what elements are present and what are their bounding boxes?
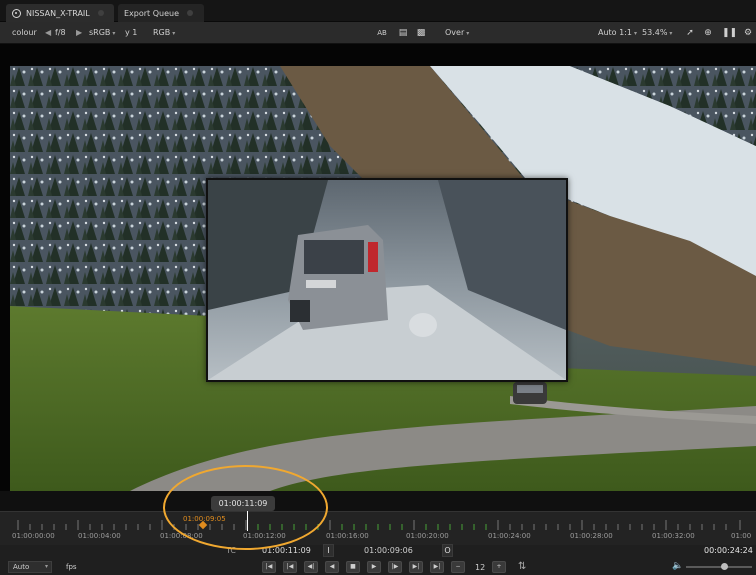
tick-label: 01:00:20:00 xyxy=(406,532,449,540)
overlay-clip-image xyxy=(206,178,568,382)
hover-timecode-tooltip: 01:00:11:09 xyxy=(211,496,275,511)
playhead[interactable] xyxy=(247,511,248,531)
out-point-button[interactable]: O xyxy=(442,544,453,557)
step-value[interactable]: 12 xyxy=(475,563,485,572)
in-point-timecode[interactable]: 01:00:09:06 xyxy=(364,546,413,555)
gear-icon[interactable]: ⚙ xyxy=(742,27,754,39)
eye-icon[interactable] xyxy=(12,8,21,18)
speaker-icon[interactable]: 🔈 xyxy=(672,561,683,571)
loop-icon[interactable]: ⇅ xyxy=(518,561,526,572)
fstop-value[interactable]: f/8 xyxy=(55,28,66,37)
color-picker-icon[interactable]: ➚ xyxy=(684,27,696,39)
tick-label: 01:00:32:00 xyxy=(652,532,695,540)
duration-timecode: 00:00:24:24 xyxy=(704,546,753,555)
timeline-ticks xyxy=(17,520,741,530)
pause-icon[interactable]: ❚❚ xyxy=(722,27,737,39)
skip-end-icon[interactable]: ▶| xyxy=(430,561,444,573)
tick-label: 01:00:08:00 xyxy=(160,532,203,540)
tab-close-icon[interactable] xyxy=(187,10,194,16)
prev-marker-icon[interactable]: |◀ xyxy=(283,561,297,573)
tick-label: 01:00:16:00 xyxy=(326,532,369,540)
tick-label: 01:00:00:00 xyxy=(12,532,55,540)
step-back-icon[interactable]: ◀| xyxy=(304,561,318,573)
step-forward-icon[interactable]: |▶ xyxy=(388,561,402,573)
tick-label: 01:00 xyxy=(731,532,752,540)
layers-icon[interactable]: ▩ xyxy=(415,27,427,39)
play-icon[interactable]: ▶ xyxy=(367,561,381,573)
tab-bar: NISSAN_X-TRAIL Export Queue xyxy=(0,0,756,22)
viewer-toolbar: colour ◀ f/8 ▶ sRGB y 1 RGB AB ▤ ▩ Over … xyxy=(0,22,756,44)
tick-label: 01:00:24:00 xyxy=(488,532,531,540)
increment-icon[interactable]: + xyxy=(492,561,506,573)
fps-dropdown[interactable]: Auto xyxy=(8,561,52,573)
volume-slider[interactable] xyxy=(686,566,752,568)
tab-label: NISSAN_X-TRAIL xyxy=(26,8,90,18)
tick-label: 01:00:12:00 xyxy=(243,532,286,540)
wipe-icon[interactable]: ▤ xyxy=(397,27,409,39)
crosshair-icon[interactable]: ⊕ xyxy=(702,27,714,39)
tab-close-icon[interactable] xyxy=(97,10,104,16)
skip-start-icon[interactable]: |◀ xyxy=(262,561,276,573)
fstop-increase-icon[interactable]: ▶ xyxy=(76,28,82,37)
fstop-decrease-icon[interactable]: ◀ xyxy=(45,28,51,37)
compare-mode-dropdown[interactable]: Over xyxy=(445,28,469,37)
in-point-button[interactable]: I xyxy=(323,544,334,557)
stop-icon[interactable]: ■ xyxy=(346,561,360,573)
zoom-dropdown[interactable]: 53.4% xyxy=(642,28,672,37)
decrement-icon[interactable]: − xyxy=(451,561,465,573)
timeline-hover-strip xyxy=(0,491,756,511)
tab-nissan-x-trail[interactable]: NISSAN_X-TRAIL xyxy=(6,4,114,22)
colorspace-dropdown[interactable]: sRGB xyxy=(89,28,115,37)
tab-label: Export Queue xyxy=(124,8,180,18)
proxy-dropdown[interactable]: Auto 1:1 xyxy=(598,28,637,37)
channels-dropdown[interactable]: RGB xyxy=(153,28,175,37)
fps-label: fps xyxy=(66,563,77,571)
tick-label: 01:00:04:00 xyxy=(78,532,121,540)
viewer-canvas[interactable] xyxy=(0,44,756,491)
next-marker-icon[interactable]: ▶| xyxy=(409,561,423,573)
tick-label: 01:00:28:00 xyxy=(570,532,613,540)
play-reverse-icon[interactable]: ◀ xyxy=(325,561,339,573)
ab-compare-icon[interactable]: AB xyxy=(376,27,388,39)
tc-label: TC xyxy=(226,546,237,555)
channel-selector[interactable]: colour xyxy=(12,28,37,37)
tab-export-queue[interactable]: Export Queue xyxy=(118,4,204,22)
gamma-value[interactable]: y 1 xyxy=(125,28,137,37)
volume-knob[interactable] xyxy=(721,563,728,570)
current-timecode[interactable]: 01:00:11:09 xyxy=(262,546,311,555)
